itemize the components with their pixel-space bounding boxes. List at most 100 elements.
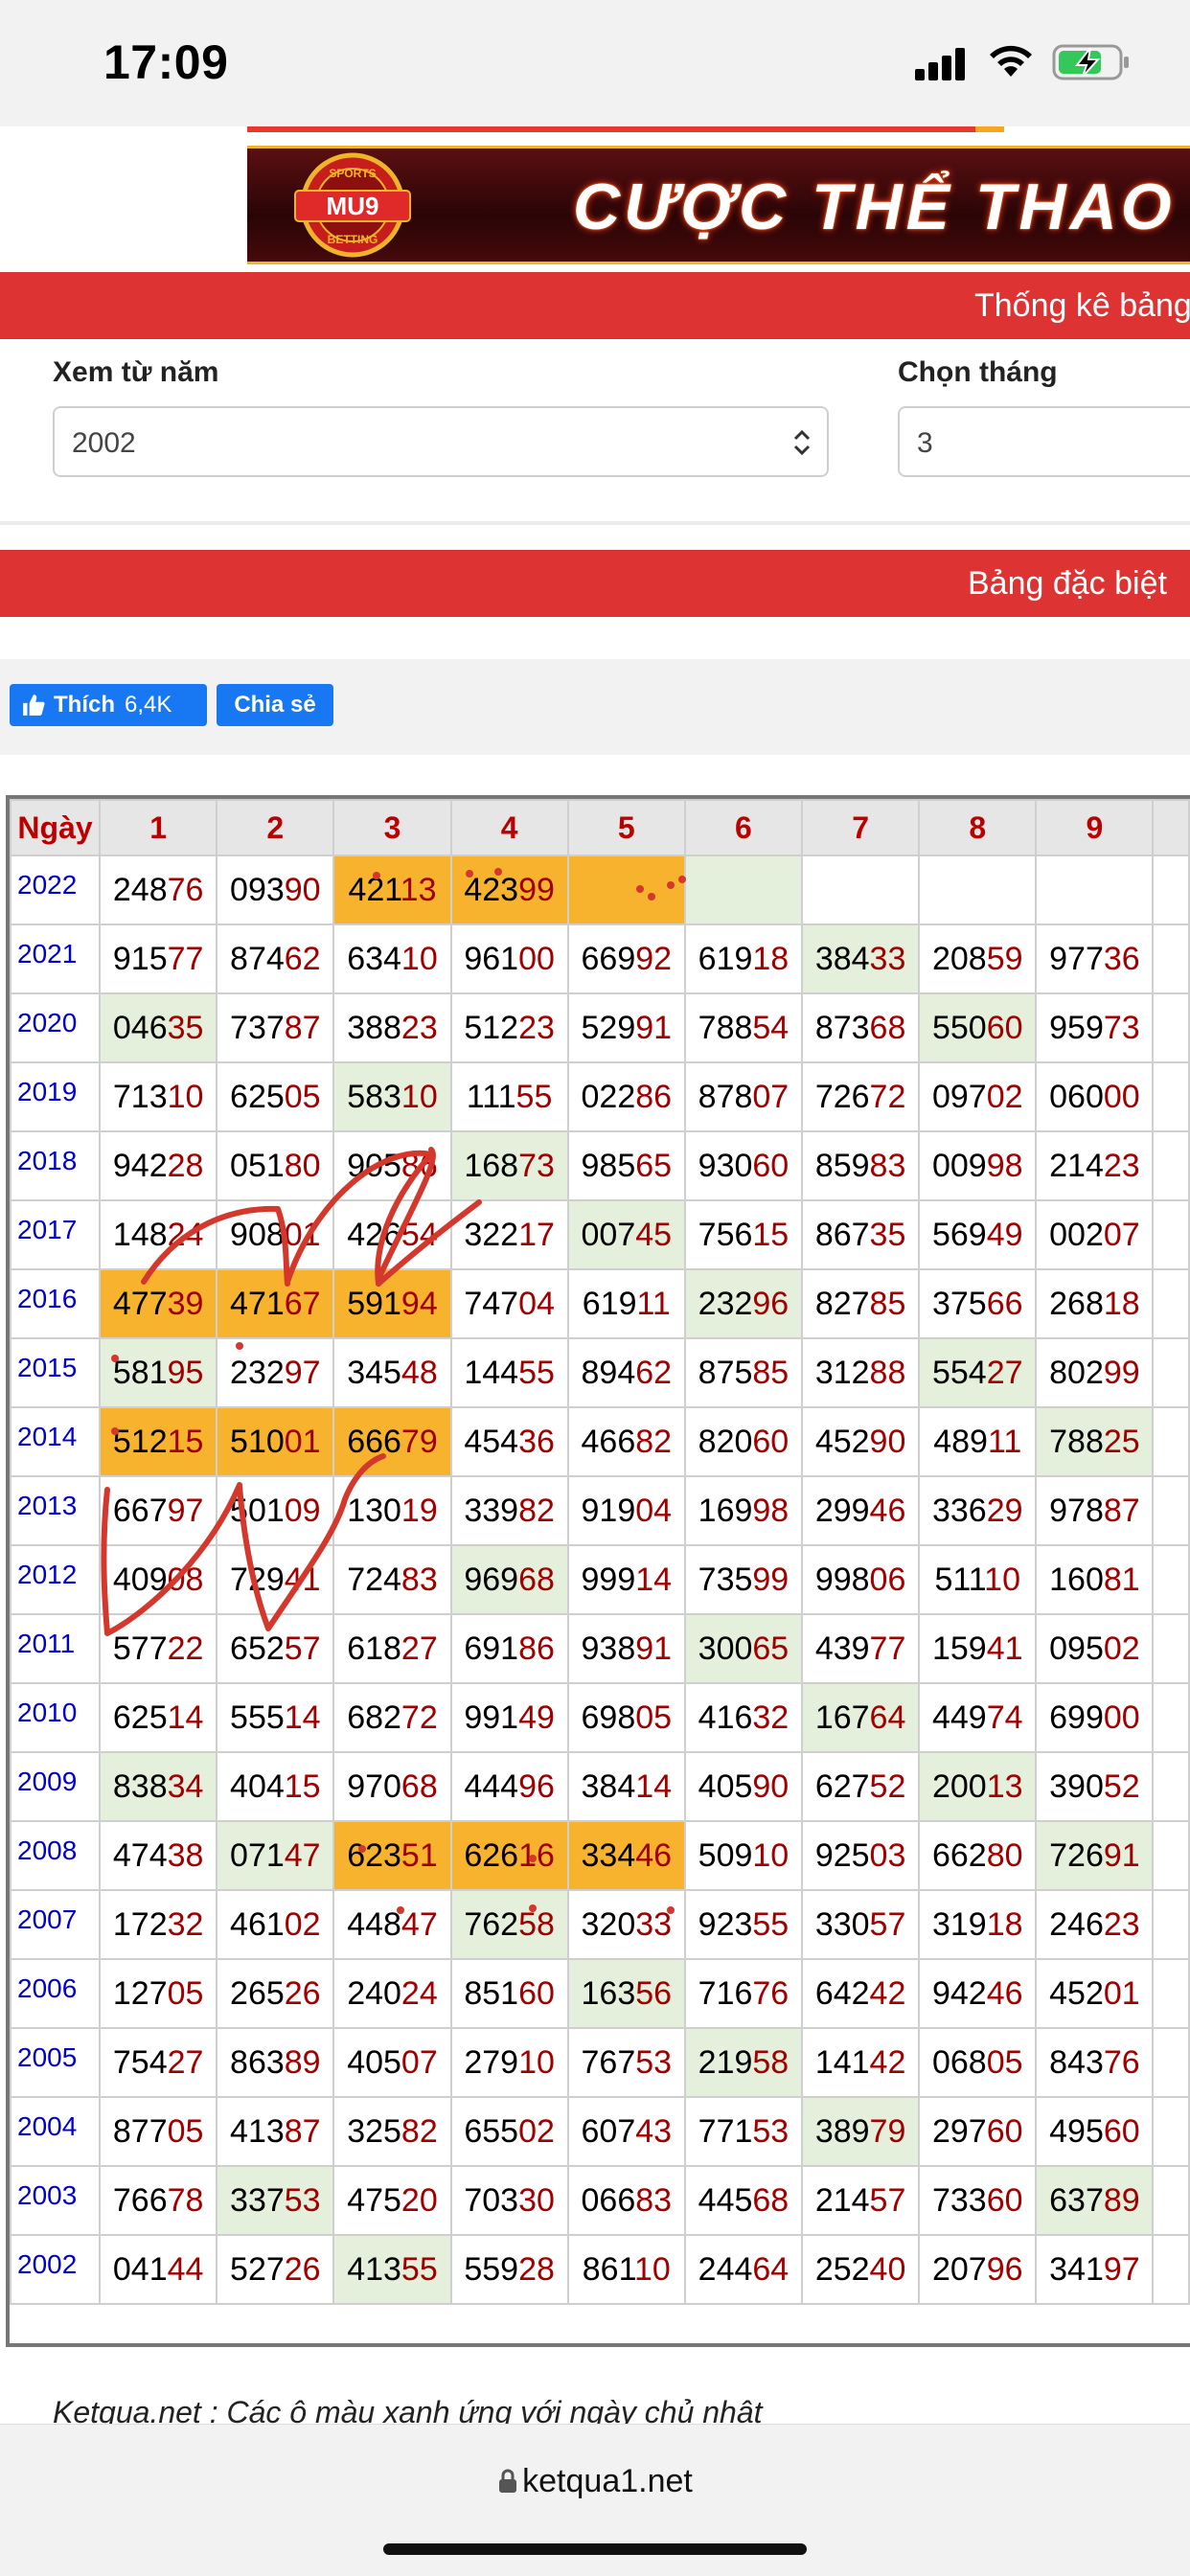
- facebook-share-button[interactable]: Chia sẻ: [217, 684, 333, 726]
- number-tail: 57: [869, 1905, 906, 1943]
- result-number: 85160: [464, 1975, 555, 2012]
- home-indicator[interactable]: [383, 2543, 807, 2555]
- number-tail: 79: [869, 2112, 906, 2150]
- logo-top-text: SPORTS: [329, 167, 376, 180]
- result-number: 87705: [113, 2113, 204, 2150]
- result-cell: 34548: [332, 1337, 452, 1408]
- number-tail: 47: [284, 1836, 321, 1874]
- number-head: 246: [1049, 1905, 1104, 1943]
- number-head: 477: [112, 1285, 168, 1322]
- result-number: 40415: [230, 1768, 321, 1805]
- number-head: 591: [347, 1285, 401, 1322]
- number-tail: 87: [1103, 1492, 1140, 1529]
- number-head: 312: [814, 1354, 870, 1391]
- result-cell: 16873: [449, 1130, 569, 1201]
- result-cell: 26818: [1035, 1268, 1155, 1339]
- result-cell: 29760: [918, 2096, 1038, 2167]
- number-tail: 18: [986, 1905, 1023, 1943]
- number-tail: 96: [752, 1285, 790, 1322]
- number-tail: 57: [284, 1630, 321, 1667]
- number-tail: 53: [752, 2112, 790, 2150]
- result-cell: 72941: [216, 1544, 335, 1615]
- number-head: 894: [581, 1354, 636, 1391]
- number-tail: 55: [400, 2250, 438, 2288]
- number-tail: 95: [167, 1354, 204, 1391]
- number-head: 977: [1049, 940, 1104, 977]
- number-tail: 30: [518, 2181, 555, 2219]
- number-head: 501: [230, 1492, 285, 1529]
- result-number: 16873: [464, 1148, 555, 1184]
- result-cell: 96968: [449, 1544, 569, 1615]
- result-cell: 33982: [449, 1475, 569, 1546]
- result-number: 49560: [1049, 2113, 1140, 2150]
- result-number: 75615: [698, 1217, 790, 1253]
- number-tail: 64: [752, 2250, 790, 2288]
- number-tail: 85: [869, 1285, 906, 1322]
- number-tail: 54: [400, 1216, 438, 1253]
- result-number: 47739: [113, 1286, 204, 1322]
- result-number: 92503: [815, 1837, 906, 1874]
- result-number: 97068: [347, 1768, 438, 1805]
- number-tail: 97: [1103, 2250, 1140, 2288]
- number-head: 384: [581, 1767, 636, 1805]
- number-tail: 05: [167, 2112, 204, 2150]
- result-number: 14142: [815, 2044, 906, 2081]
- number-tail: 68: [518, 1561, 555, 1598]
- result-number: 87368: [815, 1010, 906, 1046]
- result-cell: 58195: [99, 1337, 218, 1408]
- address-bar[interactable]: ketqua1.net: [0, 2463, 1190, 2500]
- number-head: 461: [230, 1905, 285, 1943]
- overflow-cell: [1152, 2234, 1190, 2305]
- number-tail: 68: [400, 1767, 438, 1805]
- result-number: 47167: [230, 1286, 321, 1322]
- table-row: 2007 17232 46102 44847 76258 32033 92355 33057 3…: [10, 1889, 1190, 1960]
- number-tail: 58: [518, 1905, 555, 1943]
- month-select[interactable]: 3: [898, 406, 1190, 477]
- number-head: 421: [348, 871, 400, 908]
- table-row: 2009 83834 40415 97068 44496 38414 40590 62752 2…: [10, 1751, 1190, 1822]
- number-head: 452: [814, 1423, 870, 1460]
- number-tail: 10: [984, 1561, 1020, 1598]
- result-number: 40590: [698, 1768, 790, 1805]
- result-cell: 06683: [566, 2165, 686, 2236]
- number-tail: 08: [167, 1561, 204, 1598]
- result-cell: 62351: [332, 1820, 452, 1891]
- result-cell: 33057: [801, 1889, 921, 1960]
- result-cell: 00745: [566, 1199, 686, 1270]
- number-tail: 07: [752, 1078, 790, 1115]
- result-number: 95973: [1049, 1010, 1140, 1046]
- result-number: 34197: [1049, 2251, 1140, 2288]
- result-cell: 50910: [683, 1820, 804, 1891]
- result-number: 42113: [348, 872, 436, 908]
- result-cell: 41355: [332, 2234, 452, 2305]
- ad-banner[interactable]: MU9 SPORTS BETTING CƯỢC THỂ THAO: [247, 146, 1190, 264]
- number-tail: 83: [869, 1147, 906, 1184]
- number-head: 618: [347, 1630, 401, 1667]
- result-cell: 62752: [801, 1751, 921, 1822]
- number-head: 127: [112, 1974, 168, 2012]
- facebook-like-button[interactable]: Thích 6,4K: [10, 684, 207, 726]
- number-head: 413: [230, 2112, 285, 2150]
- overflow-cell: [1152, 1337, 1190, 1408]
- number-tail: 89: [1103, 2181, 1140, 2219]
- result-number: 20796: [932, 2251, 1023, 2288]
- result-cell: 24623: [1035, 1889, 1155, 1960]
- number-tail: 02: [1103, 1630, 1140, 1667]
- number-head: 405: [347, 2043, 401, 2081]
- row-year: 2021: [10, 923, 102, 994]
- year-select[interactable]: 2002: [53, 406, 829, 477]
- result-number: 99914: [582, 1562, 673, 1598]
- result-number: 50910: [698, 1837, 790, 1874]
- results-table: Ngày 1 2 3 4 5 6 7 8 9 2022 24876 09390 42113 42399 20…: [10, 799, 1190, 2305]
- number-tail: 48: [400, 1354, 438, 1391]
- result-cell: 66280: [918, 1820, 1038, 1891]
- number-tail: 28: [518, 2250, 555, 2288]
- number-tail: 76: [1103, 2043, 1140, 2081]
- result-number: 58195: [113, 1355, 204, 1391]
- number-tail: 03: [869, 1836, 906, 1874]
- number-tail: 53: [635, 2043, 673, 2081]
- number-head: 509: [698, 1836, 753, 1874]
- result-number: 42654: [347, 1217, 438, 1253]
- result-number: 65257: [230, 1630, 321, 1667]
- result-cell: 93891: [566, 1613, 686, 1684]
